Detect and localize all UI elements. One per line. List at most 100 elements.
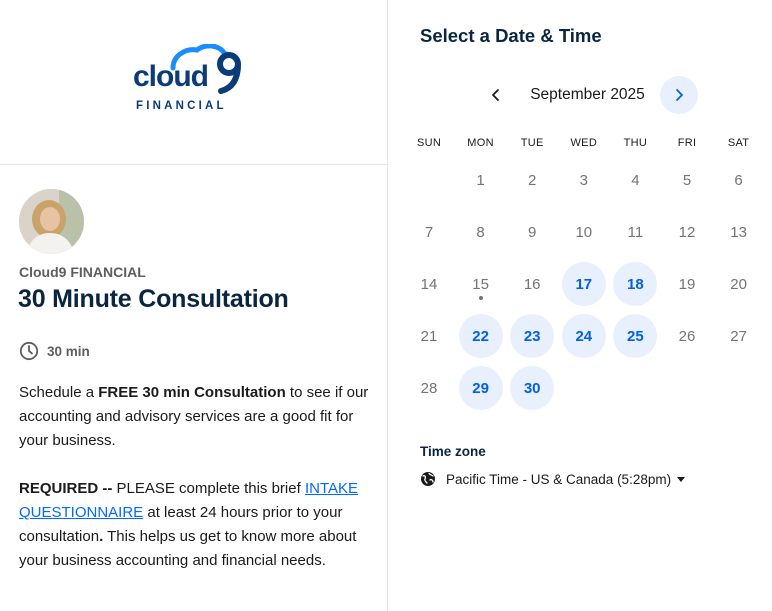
event-title: 30 Minute Consultation [18, 285, 289, 313]
caret-down-icon [677, 476, 686, 482]
weekday-sat: SAT [727, 137, 750, 149]
day-number: 30 [523, 379, 541, 397]
day-number: 9 [528, 223, 537, 241]
day-number: 6 [734, 171, 743, 189]
clock-icon [19, 341, 39, 361]
available-day-17[interactable]: 17 [561, 262, 606, 306]
day-10: 10 [562, 210, 606, 254]
organizer-name: Cloud9 FINANCIAL [19, 264, 146, 280]
date-picker-panel: Select a Date & Time September 2025 SUN M… [389, 0, 772, 611]
day-number: 16 [523, 275, 541, 293]
month-label: September 2025 [530, 86, 645, 103]
event-description: Schedule a FREE 30 min Consultation to s… [19, 381, 371, 573]
day-number: 19 [678, 275, 696, 293]
day-number: 18 [627, 275, 644, 293]
day-9: 9 [510, 210, 554, 254]
day-1: 1 [459, 158, 503, 202]
day-21: 21 [407, 314, 451, 358]
day-14: 14 [407, 262, 451, 306]
today-indicator [478, 296, 483, 300]
day-number: 28 [420, 379, 438, 397]
day-number: 4 [631, 171, 640, 189]
description-bold: FREE 30 min Consultation [98, 384, 286, 401]
day-7: 7 [407, 210, 451, 254]
description-paragraph-2: REQUIRED -- PLEASE complete this brief I… [19, 477, 371, 573]
day-number: 13 [730, 223, 747, 241]
event-duration: 30 min [19, 340, 90, 362]
day-2: 2 [510, 158, 554, 202]
available-day-23[interactable]: 23 [510, 314, 555, 358]
duration-text: 30 min [47, 343, 90, 359]
day-number: 2 [528, 171, 537, 189]
day-20: 20 [717, 262, 761, 306]
weekday-mon: MON [467, 137, 494, 149]
description-paragraph-1: Schedule a FREE 30 min Consultation to s… [19, 381, 371, 453]
logo-subtitle: FINANCIAL [136, 100, 227, 112]
timezone-value: Pacific Time - US & Canada (5:28pm) [446, 471, 672, 487]
day-number: 22 [472, 327, 489, 345]
day-number: 21 [420, 327, 438, 345]
day-number: 25 [627, 327, 644, 345]
weekday-tue: TUE [520, 137, 544, 149]
day-number: 17 [575, 275, 593, 293]
weekday-sun: SUN [416, 137, 442, 149]
day-13: 13 [717, 210, 761, 254]
day-16: 16 [510, 262, 554, 306]
date-time-heading: Select a Date & Time [420, 25, 602, 46]
day-number: 23 [523, 327, 541, 345]
day-27: 27 [717, 314, 761, 358]
day-5: 5 [665, 158, 709, 202]
day-number: 24 [575, 327, 593, 345]
day-28: 28 [407, 366, 451, 410]
day-number: 5 [682, 171, 692, 189]
day-number: 15 [472, 275, 489, 293]
day-number: 8 [476, 223, 485, 241]
logo-wordmark: cloud [133, 60, 209, 93]
next-month-button[interactable] [660, 76, 698, 114]
day-12: 12 [665, 210, 709, 254]
month-navigation: September 2025 [389, 76, 772, 114]
description-text: PLEASE complete this brief [112, 480, 305, 497]
event-details-panel: cloud FINANCIAL Cloud9 FINANCIAL 30 Minu… [0, 0, 388, 611]
available-day-18[interactable]: 18 [613, 262, 658, 306]
day-number: 3 [579, 171, 588, 189]
day-number: 7 [424, 223, 434, 241]
person-photo-icon [19, 189, 84, 254]
weekday-header: SUN MON TUE WED THU FRI SAT [407, 137, 772, 151]
calendar-grid: 1 2 3 4 5 6 7 8 9 10 11 12 13 14 15 16 17 18 19 20 21 22 23 24 2… [407, 158, 772, 418]
day-number: 1 [476, 171, 485, 189]
day-4: 4 [613, 158, 657, 202]
available-day-25[interactable]: 25 [613, 314, 658, 358]
globe-icon [421, 472, 435, 486]
day-number: 14 [420, 275, 438, 293]
weekday-fri: FRI [677, 137, 697, 149]
previous-month-button[interactable] [477, 76, 515, 114]
day-number: 12 [678, 223, 696, 241]
day-number: 27 [730, 327, 747, 345]
day-number: 26 [678, 327, 696, 345]
available-day-22[interactable]: 22 [458, 314, 503, 358]
weekday-thu: THU [623, 137, 648, 149]
chevron-right-icon [676, 89, 683, 101]
day-number: 10 [575, 223, 593, 241]
available-day-30[interactable]: 30 [510, 366, 555, 410]
day-number: 29 [472, 379, 489, 397]
day-19: 19 [665, 262, 709, 306]
logo-header: cloud FINANCIAL [0, 0, 387, 165]
day-number: 11 [627, 223, 644, 241]
day-26: 26 [665, 314, 709, 358]
cloud9-logo: cloud FINANCIAL [133, 44, 243, 116]
available-day-29[interactable]: 29 [458, 366, 503, 410]
available-day-24[interactable]: 24 [561, 314, 606, 358]
chevron-left-icon [492, 89, 499, 101]
description-text: Schedule a [19, 384, 99, 401]
day-8: 8 [459, 210, 503, 254]
required-label: REQUIRED -- [19, 480, 113, 497]
timezone-selector[interactable]: Pacific Time - US & Canada (5:28pm) [420, 468, 686, 490]
organizer-avatar [19, 189, 84, 254]
day-3: 3 [562, 158, 606, 202]
day-11: 11 [613, 210, 657, 254]
weekday-wed: WED [570, 137, 598, 149]
day-6: 6 [717, 158, 761, 202]
timezone-label: Time zone [420, 444, 486, 459]
